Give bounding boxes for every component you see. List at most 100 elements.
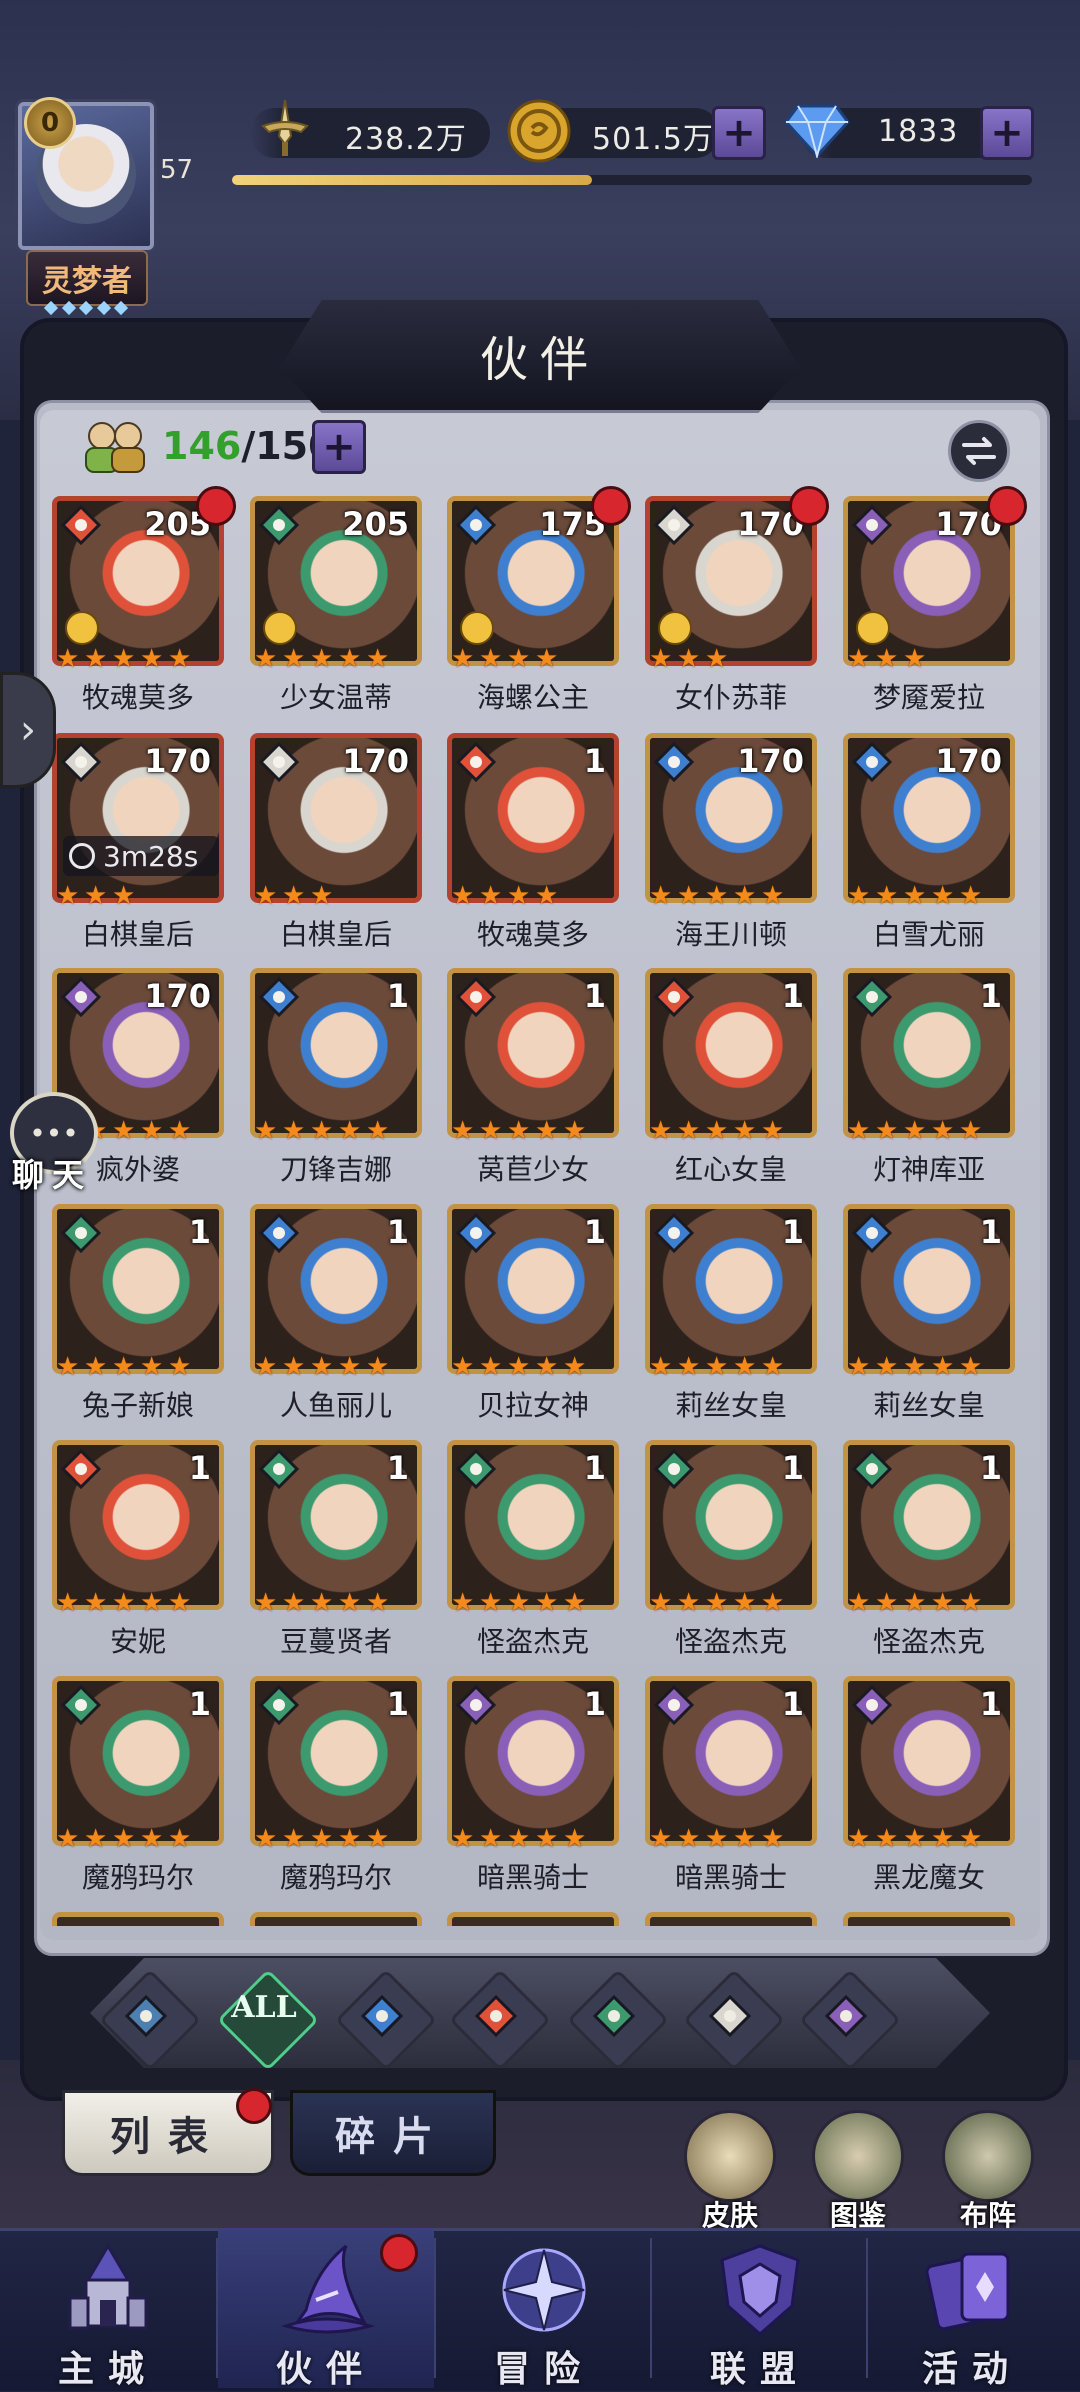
hero-card-partial[interactable] [52,1912,224,1926]
hero-card[interactable]: 205 ★ ★ ★ ★ ★ 少女温蒂 [250,496,422,714]
fire-element-icon [455,741,497,783]
star-icon: ★ [563,1588,587,1618]
add-diamond-button[interactable]: + [980,106,1034,160]
hero-name: 黑龙魔女 [872,1861,985,1894]
hero-name: 莴苣少女 [476,1153,589,1186]
light-element-icon [258,741,300,783]
hero-card[interactable]: 175 ★ ★ ★ ★ 海螺公主 [447,486,631,714]
hero-stars: ★★★★★ [843,1352,1019,1382]
hero-card[interactable]: 1 ★ ★ ★ ★ ★ 莉丝女皇 [843,1204,1015,1422]
panel-title: 伙伴 [479,332,600,388]
nav-alliance[interactable]: 联盟 [652,2228,868,2390]
hero-portrait-frame: 1 [843,1676,1015,1846]
fire-element-icon [60,504,102,546]
diamond-icon [784,104,850,158]
hero-card[interactable]: 1 ★ ★ ★ ★ ★ 暗黑骑士 [645,1676,817,1894]
hero-stars: ★★★★★ [645,1590,821,1616]
star-icon: ★ [761,1116,785,1146]
hero-card[interactable]: 1 ★ ★ ★ ★ ★ 贝拉女神 [447,1204,619,1422]
exp-fill [232,175,592,185]
hero-card[interactable]: 1 ★ ★ ★ ★ ★ 红心女皇 [645,968,817,1186]
star-icon: ★ [903,644,927,674]
hero-portrait-frame: 1 [52,1676,224,1846]
hero-card[interactable]: 1 ★ ★ ★ ★ ★ 怪盗杰克 [645,1440,817,1658]
star-icon: ★ [282,1352,306,1382]
hero-level: 1 [583,1449,606,1487]
hero-card[interactable]: 1 ★ ★ ★ ★ ★ 魔鸦玛尔 [52,1676,224,1894]
side-panel-toggle[interactable]: › [0,672,56,788]
plus-icon: + [990,110,1024,156]
hero-name: 人鱼丽儿 [279,1389,392,1422]
hero-card-partial[interactable] [843,1912,1015,1926]
hero-level: 1 [583,1685,606,1723]
nav-activity[interactable]: 活动 [864,2228,1080,2390]
hero-card[interactable]: 1 ★ ★ ★ ★ ★ 魔鸦玛尔 [250,1676,422,1894]
star-icon: ★ [649,1824,673,1854]
star-icon: ★ [563,1824,587,1854]
star-icon: ★ [310,1116,334,1146]
hero-card[interactable]: 170 ★ ★ ★ 梦魇爱拉 [843,486,1027,714]
notification-dot [987,486,1027,526]
skin-button[interactable]: 皮肤 [682,2110,778,2234]
star-icon: ★ [875,1116,899,1146]
hero-card[interactable]: 1 ★ ★ ★ ★ ★ 暗黑骑士 [447,1676,619,1894]
add-gold-button[interactable]: + [712,106,766,160]
hero-card[interactable]: 205 ★ ★ ★ ★ ★ 牧魂莫多 [52,486,236,714]
star-icon: ★ [761,1352,785,1382]
partner-count: 146/150 [162,424,335,468]
light-element-icon [653,504,695,546]
hero-card[interactable]: 170 ★ ★ ★ ★ ★ 海王川顿 [645,733,817,951]
hero-card[interactable]: 170 ★ ★ ★ 女仆苏菲 [645,486,829,714]
nav-castle[interactable]: 主城 [0,2228,216,2390]
tab-fragments[interactable]: 碎片 [290,2090,496,2176]
star-icon: ★ [507,644,531,674]
diamond-value: 1833 [878,114,959,149]
hero-card[interactable]: 1 ★ ★ ★ ★ 牧魂莫多 [447,733,619,951]
hero-card[interactable]: 1 ★ ★ ★ ★ ★ 黑龙魔女 [843,1676,1015,1894]
hero-card[interactable]: 1 ★ ★ ★ ★ ★ 怪盗杰克 [447,1440,619,1658]
star-icon: ★ [563,1352,587,1382]
star-icon: ★ [112,1588,136,1618]
partners-icon [85,422,145,473]
hero-card[interactable]: 1 ★ ★ ★ ★ ★ 人鱼丽儿 [250,1204,422,1422]
star-icon: ★ [112,644,136,674]
hero-card[interactable]: 1 ★ ★ ★ ★ ★ 莉丝女皇 [645,1204,817,1422]
hero-stars: ★★★★★ [447,1824,623,1854]
hero-stars: ★★★★★ [250,1116,426,1146]
shield-icon [720,2244,800,2336]
star-icon: ★ [451,644,475,674]
hero-card[interactable]: 1 ★ ★ ★ ★ ★ 灯神库亚 [843,968,1015,1186]
hero-card[interactable]: 1 ★ ★ ★ ★ ★ 兔子新娘 [52,1204,224,1422]
codex-button[interactable]: 图鉴 [810,2110,906,2234]
star-icon: ★ [563,1116,587,1146]
hero-card[interactable]: 170 3m28s ★ ★ ★ 白棋皇后 [52,733,224,951]
hero-level: 1 [583,742,606,780]
hero-stars: ★★★★★ [52,644,228,674]
hero-stars: ★★★★★ [52,1352,228,1382]
hero-card[interactable]: 1 ★ ★ ★ ★ ★ 豆蔓贤者 [250,1440,422,1658]
hero-card[interactable]: 170 ★ ★ ★ 白棋皇后 [250,733,422,951]
hero-card[interactable]: 170 ★ ★ ★ ★ ★ 白雪尤丽 [843,733,1015,951]
star-icon: ★ [903,1116,927,1146]
star-icon: ★ [282,644,306,674]
hero-card[interactable]: 1 ★ ★ ★ ★ ★ 刀锋吉娜 [250,968,422,1186]
star-icon: ★ [847,1352,871,1382]
hero-card[interactable]: 1 ★ ★ ★ ★ ★ 怪盗杰克 [843,1440,1015,1658]
hero-card-partial[interactable] [250,1912,422,1926]
star-icon: ★ [84,1352,108,1382]
star-icon: ★ [282,881,306,911]
hero-card[interactable]: 1 ★ ★ ★ ★ ★ 安妮 [52,1440,224,1658]
nav-adventure[interactable]: 冒险 [436,2228,652,2390]
hero-card-partial[interactable] [645,1912,817,1926]
hero-card[interactable]: 1 ★ ★ ★ ★ ★ 莴苣少女 [447,968,619,1186]
star-icon: ★ [535,1352,559,1382]
sort-button[interactable] [948,420,1010,482]
dark-element-icon [60,976,102,1018]
hero-name: 女仆苏菲 [674,681,787,714]
hero-portrait-frame: 1 [447,1676,619,1846]
star-icon: ★ [507,1824,531,1854]
star-icon: ★ [959,881,983,911]
formation-button[interactable]: 布阵 [940,2110,1036,2234]
hero-card-partial[interactable] [447,1912,619,1926]
expand-slots-button[interactable]: + [312,420,366,474]
